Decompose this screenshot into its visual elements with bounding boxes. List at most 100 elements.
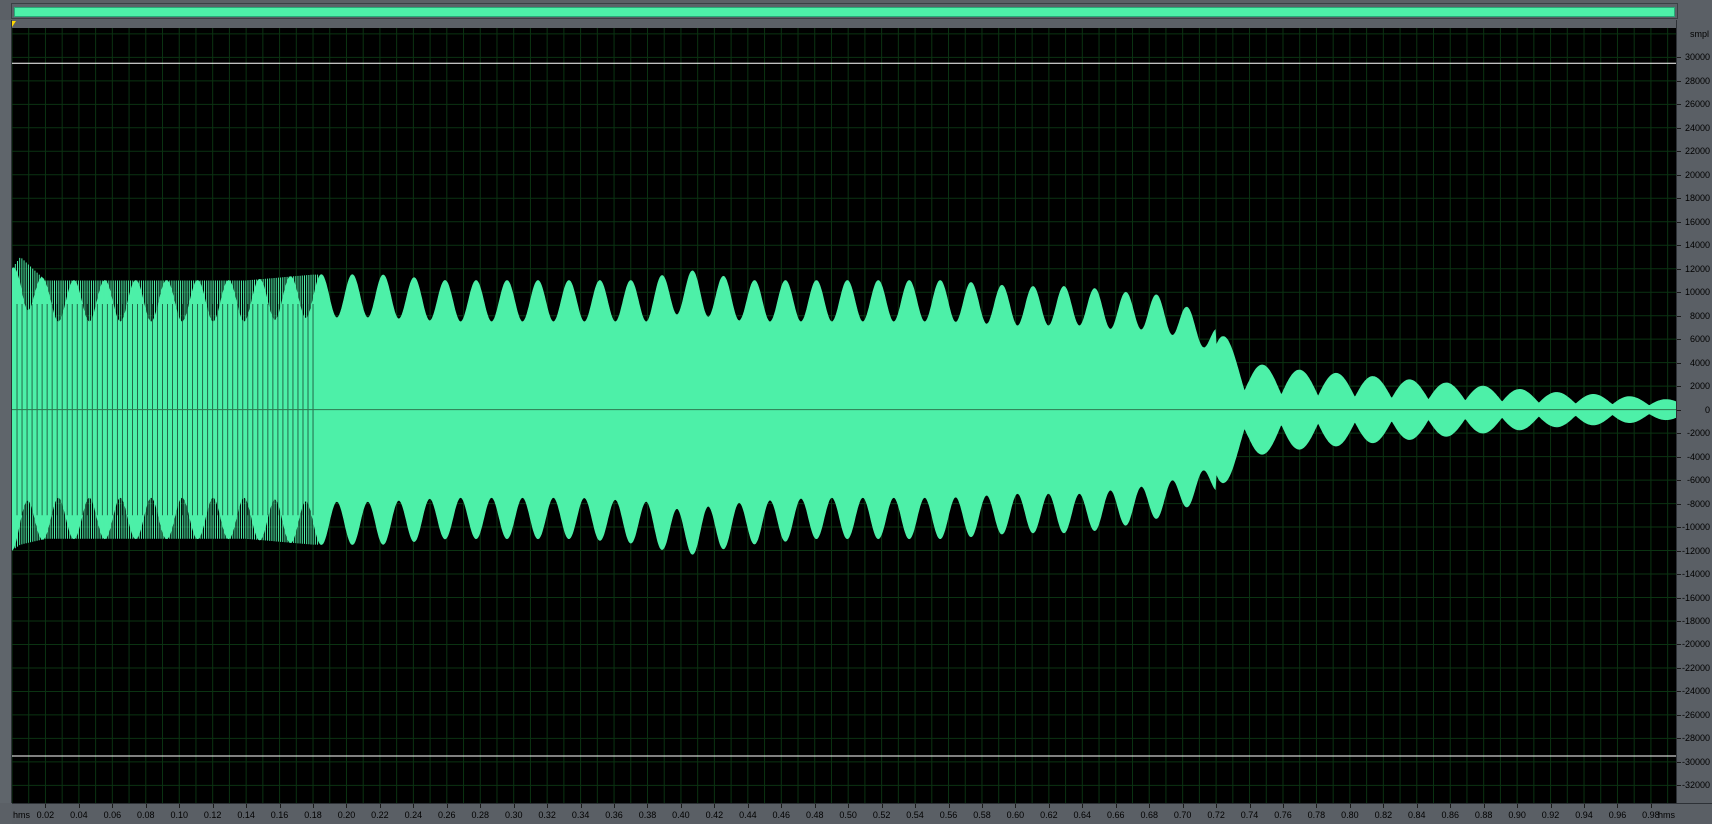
time-tick (747, 804, 749, 808)
amplitude-tick (1677, 386, 1681, 388)
time-tick (1450, 804, 1452, 808)
amplitude-tick-label: -22000 (1681, 662, 1710, 673)
overview-bar[interactable] (11, 3, 1678, 19)
time-tick-label: 0.50 (839, 810, 857, 820)
time-ruler[interactable]: hms hms 0.02 0.04 0.06 0.08 0.10 0.12 0.14 0.16… (12, 803, 1712, 824)
amplitude-tick (1677, 151, 1681, 153)
time-tick-label: 0.40 (672, 810, 690, 820)
time-tick (1617, 804, 1619, 808)
time-tick (1082, 804, 1084, 808)
amplitude-tick-label: 14000 (1684, 240, 1710, 251)
time-tick (580, 804, 582, 808)
time-tick (981, 804, 983, 808)
time-tick-label: 0.44 (739, 810, 757, 820)
amplitude-ruler[interactable]: smpl 30000 28000 26000 24000 22000 20000 18000… (1676, 20, 1712, 803)
time-tick (714, 804, 716, 808)
amplitude-tick (1677, 550, 1681, 552)
amplitude-tick-label: -24000 (1681, 686, 1710, 697)
amplitude-tick (1677, 691, 1681, 693)
time-unit-label-left: hms (13, 810, 31, 820)
amplitude-tick-label: -18000 (1681, 615, 1710, 626)
time-tick (313, 804, 315, 808)
time-tick (379, 804, 381, 808)
waveform-canvas[interactable] (12, 28, 1676, 803)
time-tick-label: 0.36 (605, 810, 623, 820)
amplitude-tick-label: 4000 (1689, 357, 1710, 368)
amplitude-tick (1677, 503, 1681, 505)
amplitude-tick-label: 26000 (1684, 99, 1710, 110)
time-tick (480, 804, 482, 808)
amplitude-tick-label: 10000 (1684, 287, 1710, 298)
time-tick-label: 0.14 (237, 810, 255, 820)
amplitude-tick (1677, 409, 1681, 411)
amplitude-tick (1677, 574, 1681, 576)
amplitude-tick (1677, 198, 1681, 200)
time-tick (1416, 804, 1418, 808)
time-tick (781, 804, 783, 808)
amplitude-tick-label: -28000 (1681, 733, 1710, 744)
amplitude-tick (1677, 174, 1681, 176)
amplitude-tick-label: -2000 (1686, 428, 1710, 439)
amplitude-tick-label: -20000 (1681, 639, 1710, 650)
amplitude-tick (1677, 597, 1681, 599)
time-tick (145, 804, 147, 808)
time-tick-label: 0.22 (371, 810, 389, 820)
amplitude-tick (1677, 245, 1681, 247)
time-tick-label: 0.72 (1207, 810, 1225, 820)
amplitude-tick-label: -8000 (1686, 498, 1710, 509)
amplitude-tick (1677, 761, 1681, 763)
amplitude-tick (1677, 527, 1681, 529)
time-tick-label: 0.34 (571, 810, 590, 820)
time-tick-label: 0.84 (1408, 810, 1426, 820)
amplitude-tick (1677, 292, 1681, 294)
time-tick (1015, 804, 1017, 808)
time-tick-label: 0.02 (36, 810, 55, 820)
amplitude-tick (1677, 80, 1681, 82)
time-tick-label: 0.18 (304, 810, 322, 820)
time-tick-label: 0.12 (203, 810, 222, 820)
time-tick-label: 0.80 (1341, 810, 1359, 820)
time-tick (279, 804, 281, 808)
time-tick-label: 0.10 (170, 810, 188, 820)
time-tick-label: 0.94 (1575, 810, 1593, 820)
overview-waveform-range[interactable] (14, 7, 1675, 17)
time-tick (78, 804, 80, 808)
amplitude-tick-label: 16000 (1684, 216, 1710, 227)
amplitude-tick (1677, 433, 1681, 435)
waveform-display[interactable] (12, 28, 1676, 803)
time-tick-label: 0.52 (872, 810, 891, 820)
amplitude-tick-label: 20000 (1684, 169, 1710, 180)
time-tick (948, 804, 950, 808)
time-tick (1349, 804, 1351, 808)
time-tick (614, 804, 616, 808)
amplitude-tick-label: -6000 (1686, 475, 1710, 486)
time-tick-label: 0.58 (973, 810, 991, 820)
time-tick-label: 0.70 (1173, 810, 1192, 820)
amplitude-tick (1677, 315, 1681, 317)
time-tick (179, 804, 181, 808)
time-tick (246, 804, 248, 808)
time-tick (1517, 804, 1519, 808)
time-tick (346, 804, 348, 808)
time-tick (1316, 804, 1318, 808)
time-tick (647, 804, 649, 808)
amplitude-tick-label: 30000 (1684, 52, 1710, 63)
amplitude-tick (1677, 785, 1681, 787)
time-tick (1149, 804, 1151, 808)
time-tick (212, 804, 214, 808)
time-tick (814, 804, 816, 808)
time-tick (1216, 804, 1218, 808)
amplitude-tick-label: -32000 (1681, 780, 1710, 791)
amplitude-unit-label: smpl (1689, 29, 1709, 39)
amplitude-tick (1677, 644, 1681, 646)
amplitude-tick-label: 22000 (1684, 146, 1710, 157)
amplitude-tick (1677, 714, 1681, 716)
amplitude-tick-label: -14000 (1681, 569, 1710, 580)
time-tick-label: 0.64 (1073, 810, 1092, 820)
time-tick (848, 804, 850, 808)
time-tick-label: 0.42 (705, 810, 724, 820)
time-tick-label: 0.78 (1307, 810, 1326, 820)
time-tick (45, 804, 47, 808)
time-tick-label: 0.06 (103, 810, 122, 820)
time-tick (1383, 804, 1385, 808)
